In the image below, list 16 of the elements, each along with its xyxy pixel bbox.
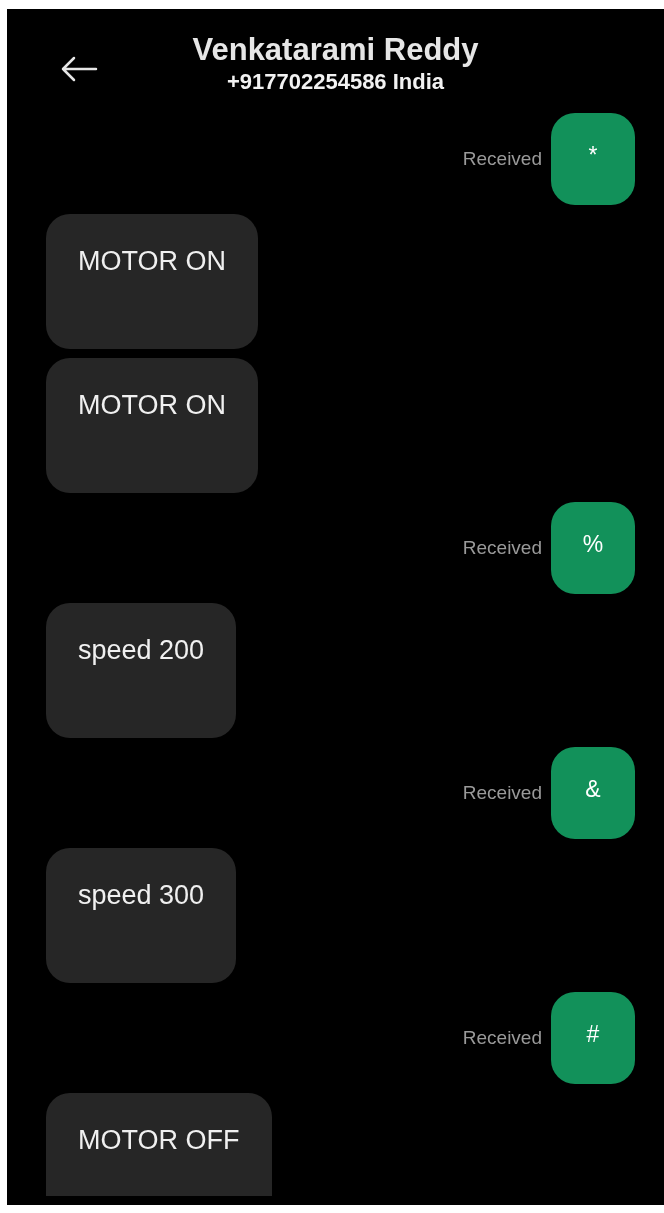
status-label: Received (462, 146, 542, 171)
status-label: Received (462, 535, 542, 560)
sent-message-bubble: % (551, 502, 635, 594)
sent-message-bubble: * (551, 113, 635, 205)
sent-message-bubble: & (551, 747, 635, 839)
received-message-bubble: speed 200 (46, 603, 237, 738)
sent-message-bubble: # (551, 992, 635, 1084)
status-label: Received (462, 1025, 542, 1050)
received-message-bubble: MOTOR ON (46, 214, 258, 349)
status-label: Received (462, 780, 542, 805)
received-message-bubble: speed 300 (46, 848, 237, 983)
received-message-bubble: MOTOR ON (46, 358, 258, 493)
contact-phone: +917702254586 India (226, 69, 445, 95)
contact-name: Venkatarami Reddy (192, 31, 479, 69)
back-arrow-icon[interactable] (60, 56, 98, 82)
received-message-bubble: MOTOR OFF (46, 1093, 272, 1196)
